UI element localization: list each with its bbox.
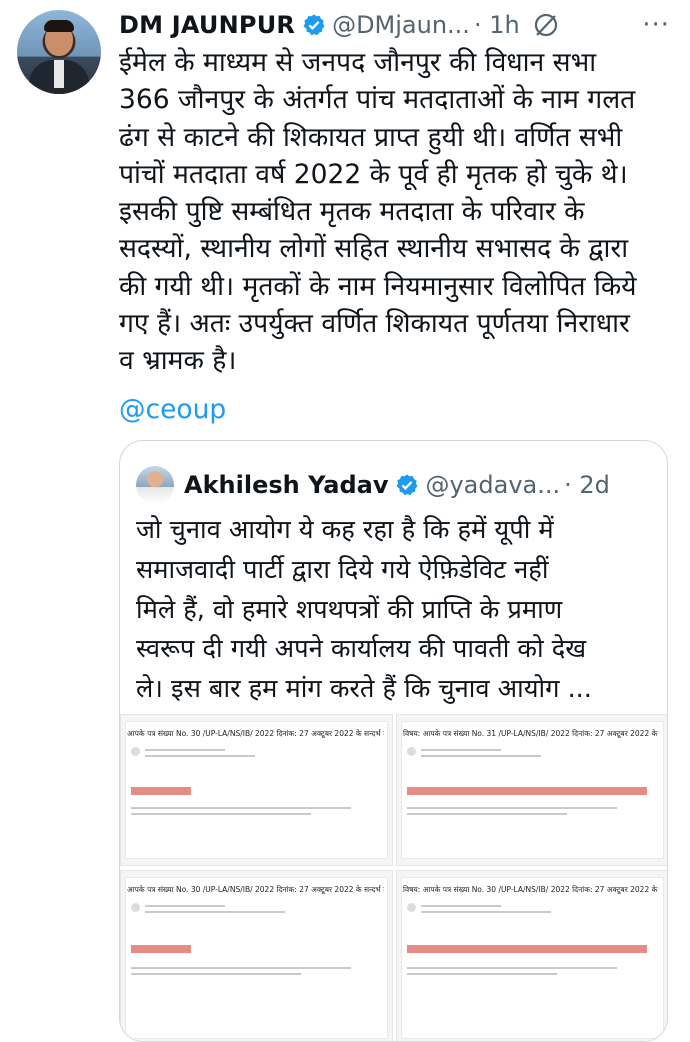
media-image-caption: विषय: आपके पत्र संख्या No. 30 /UP-LA/NS/… [403,885,660,894]
media-image-caption: आपके पत्र संख्या No. 30 /UP-LA/NS/IB/ 20… [127,729,384,738]
tweet-text: ईमेल के माध्यम से जनपद जौनपुर की विधान स… [119,47,637,377]
quoted-media-grid: आपके पत्र संख्या No. 30 /UP-LA/NS/IB/ 20… [120,714,667,1041]
quoted-text: जो चुनाव आयोग ये कह रहा है कि हमें यूपी … [136,515,592,705]
quoted-avatar[interactable] [136,466,174,504]
quoted-author-handle[interactable]: @yadava... [425,471,560,499]
tweet-time[interactable]: · 1h [474,11,520,39]
media-image-1[interactable]: आपके पत्र संख्या No. 30 /UP-LA/NS/IB/ 20… [120,714,393,866]
quoted-header: Akhilesh Yadav @yadava... · 2d [136,465,653,505]
media-image-3[interactable]: आपके पत्र संख्या No. 30 /UP-LA/NS/IB/ 20… [120,870,393,1041]
author-name[interactable]: DM JAUNPUR [119,11,295,39]
tweet-header: DM JAUNPUR @DMjaun... · 1h ··· [119,8,670,42]
grok-icon[interactable] [532,11,560,39]
quoted-tweet[interactable]: Akhilesh Yadav @yadava... · 2d जो चुनाव … [119,440,668,1042]
media-image-caption: आपके पत्र संख्या No. 30 /UP-LA/NS/IB/ 20… [127,885,384,894]
verified-badge-icon [396,474,418,496]
verified-badge-icon [303,14,325,36]
quoted-author-name[interactable]: Akhilesh Yadav [184,471,388,499]
more-icon[interactable]: ··· [642,10,670,40]
author-handle[interactable]: @DMjaun... [332,11,470,39]
quoted-time[interactable]: · 2d [564,471,610,499]
media-image-4[interactable]: विषय: आपके पत्र संख्या No. 30 /UP-LA/NS/… [396,870,667,1041]
mention-link[interactable]: @ceoup [119,394,226,425]
media-image-caption: विषय: आपके पत्र संख्या No. 31 /UP-LA/NS/… [403,729,660,738]
media-image-2[interactable]: विषय: आपके पत्र संख्या No. 31 /UP-LA/NS/… [396,714,667,866]
author-avatar[interactable] [17,10,101,94]
